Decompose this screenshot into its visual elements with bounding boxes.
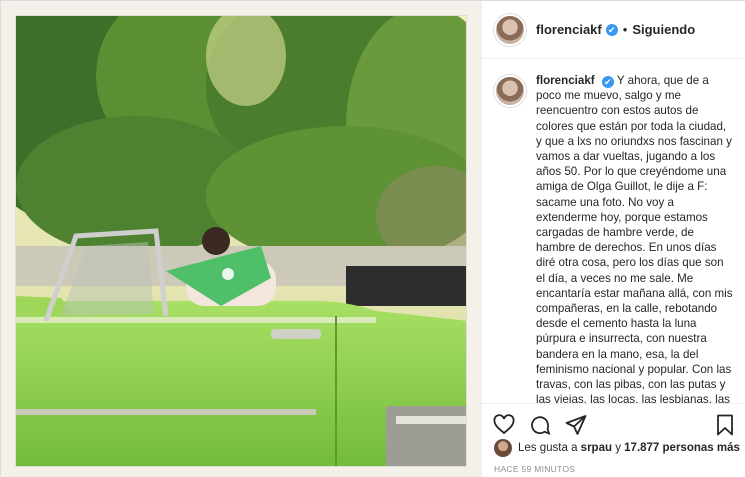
instagram-post: florenciakf ✔ • Siguiendo florenciakf ✔ … [0, 0, 745, 477]
comments-area[interactable]: florenciakf ✔ Y ahora, que de a poco me … [482, 59, 745, 403]
caption-text: florenciakf ✔ Y ahora, que de a poco me … [536, 73, 735, 403]
share-icon[interactable] [564, 413, 588, 437]
caption: florenciakf ✔ Y ahora, que de a poco me … [494, 73, 735, 403]
post-media [1, 1, 481, 477]
caption-username-link[interactable]: florenciakf [536, 74, 595, 87]
liker-username[interactable]: srpau [581, 442, 612, 454]
caption-body: Y ahora, que de a poco me muevo, salgo y… [536, 74, 733, 403]
verified-badge-icon: ✔ [601, 76, 614, 88]
avatar[interactable] [494, 75, 526, 107]
avatar[interactable] [494, 13, 526, 46]
username-link[interactable]: florenciakf [536, 22, 602, 37]
likes-prefix: Les gusta a [518, 442, 578, 454]
separator-dot: • [622, 22, 628, 37]
likes-summary[interactable]: Les gusta a srpau y 17.877 personas más [494, 439, 740, 457]
verified-badge-icon: ✔ [605, 23, 618, 36]
car-photo-illustration [16, 16, 466, 466]
following-button[interactable]: Siguiendo [632, 22, 695, 37]
post-photo[interactable] [15, 15, 467, 467]
likes-count[interactable]: 17.877 personas más [624, 442, 740, 454]
liker-avatar [494, 439, 512, 457]
post-sidebar: florenciakf ✔ • Siguiendo florenciakf ✔ … [481, 1, 745, 477]
likes-connector: y [615, 442, 621, 454]
post-timestamp[interactable]: HACE 59 MINUTOS [494, 464, 575, 474]
bookmark-icon[interactable] [713, 413, 737, 437]
post-header: florenciakf ✔ • Siguiendo [482, 1, 745, 59]
heart-icon[interactable] [492, 413, 516, 437]
comment-icon[interactable] [528, 413, 552, 437]
